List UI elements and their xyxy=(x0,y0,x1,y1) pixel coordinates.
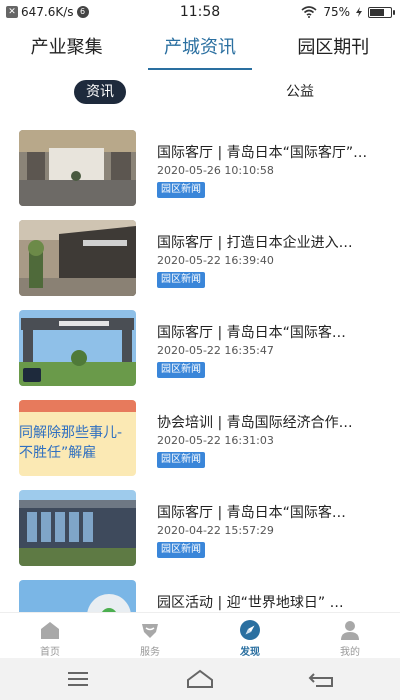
news-tag: 园区新闻 xyxy=(157,182,205,198)
battery-percent: 75% xyxy=(323,5,350,19)
nav-home[interactable]: 首页 xyxy=(20,613,80,659)
sub-tab-bar: 资讯 公益 xyxy=(0,80,400,106)
sub-tab-charity[interactable]: 公益 xyxy=(278,80,322,104)
back-icon xyxy=(308,673,333,687)
discover-icon xyxy=(240,620,260,640)
wifi-icon xyxy=(301,6,317,18)
news-title: 国际客厅 | 打造日本企业进入… xyxy=(157,235,353,251)
news-title: 国际客厅 | 青岛日本“国际客… xyxy=(157,505,346,521)
system-home-button[interactable] xyxy=(170,658,230,700)
news-title: 园区活动 | 迎“世界地球日” … xyxy=(157,595,344,611)
news-date: 2020-05-22 16:35:47 xyxy=(157,344,274,357)
system-nav-bar xyxy=(0,658,400,700)
news-tag: 园区新闻 xyxy=(157,542,205,558)
service-icon xyxy=(142,624,158,638)
news-item[interactable]: 园区活动 | 迎“世界地球日” … xyxy=(0,580,400,612)
thumb-text-line-1: 同解除那些事儿- xyxy=(19,425,123,441)
news-item[interactable]: 国际客厅 | 青岛日本“国际客… 2020-05-22 16:35:47 园区新… xyxy=(0,310,400,396)
system-back-button[interactable] xyxy=(292,658,352,700)
status-bar: ✕ 647.6K/s 6 11:58 75% xyxy=(0,0,400,24)
news-item[interactable]: 国际客厅 | 青岛日本“国际客厅”… 2020-05-26 10:10:58 园… xyxy=(0,130,400,216)
news-tag: 园区新闻 xyxy=(157,362,205,378)
nav-service[interactable]: 服务 xyxy=(120,613,180,659)
entrance-gate-photo xyxy=(19,310,136,386)
system-menu-button[interactable] xyxy=(48,658,108,700)
training-banner-graphic: 同解除那些事儿- 不胜任”解雇 xyxy=(19,400,136,476)
battery-level xyxy=(370,8,385,16)
building-exterior-photo xyxy=(19,490,136,566)
home-outline-icon xyxy=(187,669,213,688)
top-tab-bar: 产业聚集 产城资讯 园区期刊 xyxy=(0,30,400,70)
nav-label: 发现 xyxy=(240,647,260,658)
news-title: 国际客厅 | 青岛日本“国际客… xyxy=(157,325,346,341)
status-right: 75% xyxy=(301,5,395,19)
news-list: 国际客厅 | 青岛日本“国际客厅”… 2020-05-26 10:10:58 园… xyxy=(0,122,400,612)
tab-city-news[interactable]: 产城资讯 xyxy=(147,30,252,70)
news-item[interactable]: 国际客厅 | 青岛日本“国际客… 2020-04-22 15:57:29 园区新… xyxy=(0,490,400,576)
thumb-text-line-2: 不胜任”解雇 xyxy=(19,445,97,461)
battery-icon xyxy=(368,6,395,18)
news-date: 2020-04-22 15:57:29 xyxy=(157,524,274,537)
nav-label: 我的 xyxy=(340,647,360,658)
news-title: 国际客厅 | 青岛日本“国际客厅”… xyxy=(157,145,368,161)
news-date: 2020-05-22 16:31:03 xyxy=(157,434,274,447)
nav-discover[interactable]: 发现 xyxy=(220,613,280,659)
earth-day-graphic xyxy=(19,580,136,612)
nav-label: 服务 xyxy=(140,647,160,658)
news-title: 协会培训 | 青岛国际经济合作… xyxy=(157,415,353,431)
tab-industry-cluster[interactable]: 产业聚集 xyxy=(25,30,109,70)
charging-icon xyxy=(356,7,362,17)
bottom-nav: 首页 服务 发现 我的 xyxy=(0,612,400,658)
network-speed: 647.6K/s xyxy=(21,5,74,19)
status-left: ✕ 647.6K/s 6 xyxy=(6,5,89,19)
news-item[interactable]: 同解除那些事儿- 不胜任”解雇 协会培训 | 青岛国际经济合作… 2020-05… xyxy=(0,400,400,486)
lobby-interior-photo xyxy=(19,130,136,206)
sim-badge-icon: 6 xyxy=(76,6,89,18)
notification-icon: ✕ xyxy=(6,6,18,18)
news-item[interactable]: 国际客厅 | 打造日本企业进入… 2020-05-22 16:39:40 园区新… xyxy=(0,220,400,306)
sub-tab-news[interactable]: 资讯 xyxy=(74,80,126,104)
home-icon xyxy=(41,622,59,639)
reception-wall-photo xyxy=(19,220,136,296)
news-date: 2020-05-22 16:39:40 xyxy=(157,254,274,267)
profile-icon xyxy=(341,621,359,640)
news-tag: 园区新闻 xyxy=(157,272,205,288)
news-tag: 园区新闻 xyxy=(157,452,205,468)
nav-profile[interactable]: 我的 xyxy=(320,613,380,659)
news-date: 2020-05-26 10:10:58 xyxy=(157,164,274,177)
tab-park-journal[interactable]: 园区期刊 xyxy=(291,30,375,70)
nav-label: 首页 xyxy=(40,647,60,658)
menu-icon xyxy=(68,672,88,686)
